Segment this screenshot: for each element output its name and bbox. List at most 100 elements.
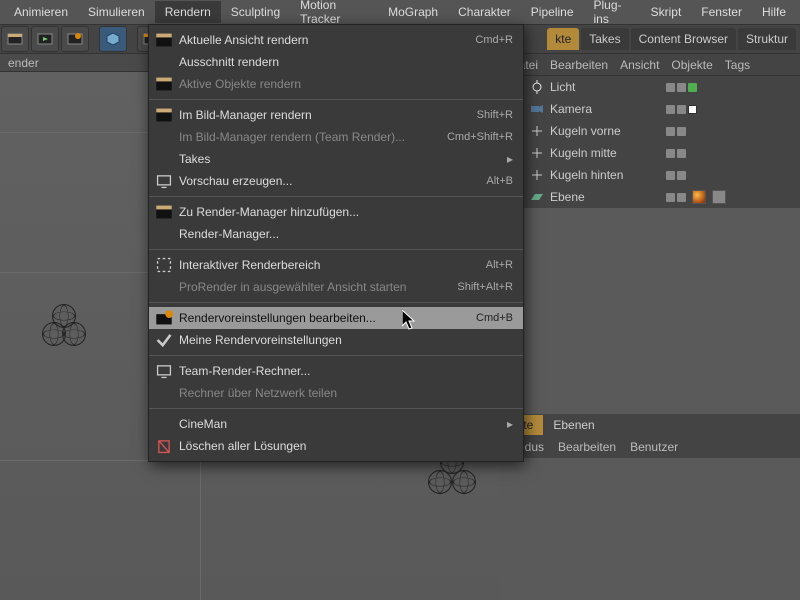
om-menu-ansicht[interactable]: Ansicht xyxy=(620,58,659,72)
null-icon xyxy=(530,168,544,182)
obj-label: Ebene xyxy=(550,190,660,204)
menu-item[interactable]: Ausschnitt rendern xyxy=(149,51,523,73)
rendern-dropdown: Aktuelle Ansicht rendernCmd+RAusschnitt … xyxy=(148,24,524,462)
attr-menu-benutzer[interactable]: Benutzer xyxy=(630,440,678,454)
om-menu-objekte[interactable]: Objekte xyxy=(671,58,712,72)
menu-item-label: Render-Manager... xyxy=(179,227,513,241)
menu-item-label: Im Bild-Manager rendern xyxy=(179,108,465,122)
menu-item[interactable]: Rendervoreinstellungen bearbeiten...Cmd+… xyxy=(149,307,523,329)
tab-content-browser[interactable]: Content Browser xyxy=(631,28,736,50)
tab-struktur[interactable]: Struktur xyxy=(738,28,796,50)
blank-icon xyxy=(155,416,173,432)
layout-tab-fragment[interactable]: ender xyxy=(2,56,45,70)
menu-shortcut: Cmd+R xyxy=(475,34,513,46)
flush-icon xyxy=(155,438,173,454)
floor-icon xyxy=(530,190,544,204)
obj-label: Kugeln vorne xyxy=(550,124,660,138)
menu-shortcut: Alt+R xyxy=(486,259,513,271)
menu-rendern[interactable]: Rendern xyxy=(155,1,221,23)
obj-row-kugeln-vorne[interactable]: Kugeln vorne xyxy=(500,120,800,142)
obj-row-kamera[interactable]: Kamera xyxy=(500,98,800,120)
blank-icon xyxy=(155,151,173,167)
menu-item[interactable]: Render-Manager... xyxy=(149,223,523,245)
region-icon xyxy=(155,257,173,273)
menu-fenster[interactable]: Fenster xyxy=(691,1,752,23)
camera-icon xyxy=(530,102,544,116)
menu-item-label: CineMan xyxy=(179,417,507,431)
blank-icon xyxy=(155,54,173,70)
menu-item[interactable]: Interaktiver Renderbereich Alt+R xyxy=(149,254,523,276)
tab-ebenen[interactable]: Ebenen xyxy=(543,415,604,435)
menu-item-label: Löschen aller Lösungen xyxy=(179,439,513,453)
menu-item[interactable]: Vorschau erzeugen...Alt+B xyxy=(149,170,523,192)
menu-mograph[interactable]: MoGraph xyxy=(378,1,448,23)
object-manager-menubar: Datei Bearbeiten Ansicht Objekte Tags xyxy=(500,54,800,76)
obj-row-licht[interactable]: Licht xyxy=(500,76,800,98)
menu-shortcut: Shift+R xyxy=(477,109,513,121)
gear-icon xyxy=(155,310,173,326)
clapper-icon xyxy=(155,76,173,92)
light-icon xyxy=(530,80,544,94)
submenu-arrow-icon: ▸ xyxy=(507,152,513,166)
main-menubar: Animieren Simulieren Rendern Sculpting M… xyxy=(0,0,800,24)
menu-shortcut: Cmd+Shift+R xyxy=(447,131,513,143)
menu-item-label: Rendervoreinstellungen bearbeiten... xyxy=(179,311,464,325)
obj-label: Kugeln mitte xyxy=(550,146,660,160)
menu-item-label: Aktive Objekte rendern xyxy=(179,77,513,91)
attribute-menubar: Modus Bearbeiten Benutzer xyxy=(500,436,800,458)
object-manager-list: Licht Kamera Kugeln vorne Kugeln mitte K… xyxy=(500,76,800,208)
om-menu-bearbeiten[interactable]: Bearbeiten xyxy=(550,58,608,72)
menu-item[interactable]: Zu Render-Manager hinzufügen... xyxy=(149,201,523,223)
menu-hilfe[interactable]: Hilfe xyxy=(752,1,796,23)
menu-simulieren[interactable]: Simulieren xyxy=(78,1,155,23)
obj-label: Kugeln hinten xyxy=(550,168,660,182)
null-icon xyxy=(530,124,544,138)
blank-icon xyxy=(155,385,173,401)
menu-item[interactable]: Aktuelle Ansicht rendernCmd+R xyxy=(149,29,523,51)
menu-sculpting[interactable]: Sculpting xyxy=(221,1,290,23)
menu-pipeline[interactable]: Pipeline xyxy=(521,1,584,23)
menu-item[interactable]: Im Bild-Manager rendern Shift+R xyxy=(149,104,523,126)
submenu-arrow-icon: ▸ xyxy=(507,417,513,431)
attr-menu-bearbeiten[interactable]: Bearbeiten xyxy=(558,440,616,454)
null-icon xyxy=(530,146,544,160)
obj-row-kugeln-mitte[interactable]: Kugeln mitte xyxy=(500,142,800,164)
clapper-icon xyxy=(155,107,173,123)
menu-plugins[interactable]: Plug-ins xyxy=(584,0,641,30)
obj-label: Licht xyxy=(550,80,660,94)
obj-label: Kamera xyxy=(550,102,660,116)
tool-primitive-icon[interactable] xyxy=(99,26,127,52)
blank-icon xyxy=(155,226,173,242)
check-icon xyxy=(155,332,173,348)
menu-shortcut: Shift+Alt+R xyxy=(457,281,513,293)
clapper-icon xyxy=(155,204,173,220)
menu-item-label: Im Bild-Manager rendern (Team Render)... xyxy=(179,130,435,144)
menu-item-label: ProRender in ausgewählter Ansicht starte… xyxy=(179,280,445,294)
tab-objekte[interactable]: kte xyxy=(547,28,579,50)
tab-takes[interactable]: Takes xyxy=(581,28,628,50)
menu-item-label: Takes xyxy=(179,152,507,166)
mouse-cursor-icon xyxy=(402,310,418,332)
menu-item-label: Zu Render-Manager hinzufügen... xyxy=(179,205,513,219)
menu-item[interactable]: CineMan▸ xyxy=(149,413,523,435)
menu-item-label: Interaktiver Renderbereich xyxy=(179,258,474,272)
menu-item[interactable]: Takes▸ xyxy=(149,148,523,170)
menu-item: Im Bild-Manager rendern (Team Render)...… xyxy=(149,126,523,148)
menu-item[interactable]: Löschen aller Lösungen xyxy=(149,435,523,457)
tool-render-settings-icon[interactable] xyxy=(61,26,89,52)
menu-item[interactable]: Meine Rendervoreinstellungen xyxy=(149,329,523,351)
material-tag-icon[interactable] xyxy=(692,190,706,204)
menu-item: Aktive Objekte rendern xyxy=(149,73,523,95)
obj-row-kugeln-hinten[interactable]: Kugeln hinten xyxy=(500,164,800,186)
tool-render-play-icon[interactable] xyxy=(31,26,59,52)
menu-skript[interactable]: Skript xyxy=(641,1,692,23)
menu-item-label: Meine Rendervoreinstellungen xyxy=(179,333,513,347)
tool-render-icon[interactable] xyxy=(1,26,29,52)
texture-tag-icon[interactable] xyxy=(712,190,726,204)
screen-icon xyxy=(155,173,173,189)
menu-charakter[interactable]: Charakter xyxy=(448,1,521,23)
menu-animieren[interactable]: Animieren xyxy=(4,1,78,23)
obj-row-ebene[interactable]: Ebene xyxy=(500,186,800,208)
om-menu-tags[interactable]: Tags xyxy=(725,58,750,72)
menu-item[interactable]: Team-Render-Rechner... xyxy=(149,360,523,382)
